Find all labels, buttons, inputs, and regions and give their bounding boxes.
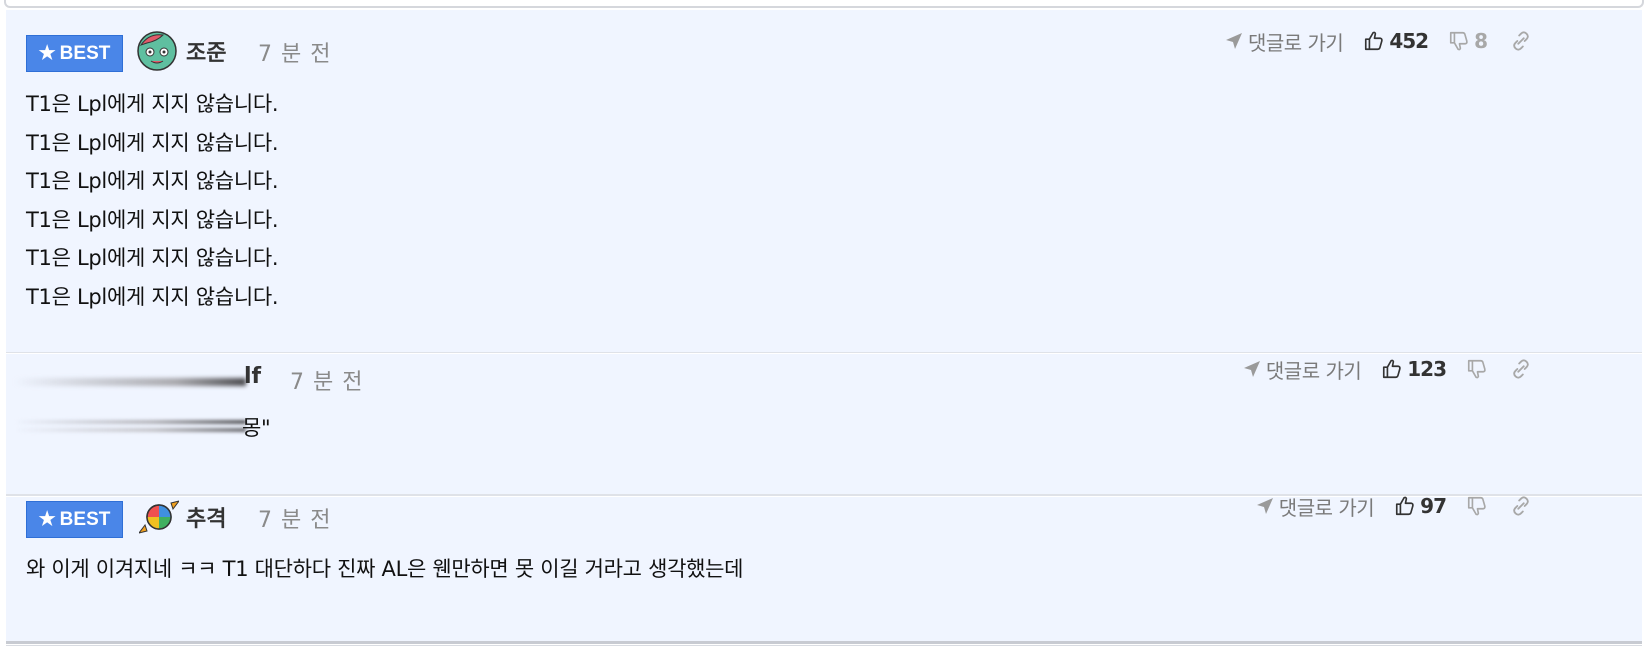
zombie-face-avatar[interactable]: [137, 31, 177, 71]
comment-body: T1은 Lpl에게 지지 않습니다. T1은 Lpl에게 지지 않습니다. T1…: [26, 85, 279, 316]
thumbs-up-icon: [1396, 496, 1414, 516]
reply-link[interactable]: 댓글로 가기: [1255, 492, 1375, 521]
comment-body: 와 이게 이겨지네 ㅋㅋ T1 대단하다 진짜 AL은 웬만하면 못 이길 거라…: [26, 557, 744, 581]
link-icon: [1513, 359, 1529, 379]
comment-line: T1은 Lpl에게 지지 않습니다.: [26, 130, 279, 155]
timestamp: 7 분 전: [290, 370, 364, 395]
dislike-button[interactable]: 8: [1448, 29, 1488, 53]
like-button[interactable]: 452: [1363, 29, 1429, 53]
link-icon: [1513, 496, 1529, 516]
link-icon: [1513, 31, 1529, 51]
like-button[interactable]: 97: [1394, 494, 1447, 518]
redacted-text: [14, 428, 246, 432]
username[interactable]: lf: [244, 364, 261, 389]
dislike-button[interactable]: [1466, 495, 1488, 517]
like-count: 123: [1407, 357, 1447, 381]
thumbs-down-icon: [1467, 496, 1486, 516]
like-count: 452: [1389, 29, 1429, 53]
section-divider: [6, 645, 1642, 646]
like-button[interactable]: 123: [1381, 357, 1447, 381]
comment-item: ★ BEST 추격 7 분 전 댓글로 가기 97 와 이게 이겨지네 ㅋㅋ T…: [6, 494, 1642, 641]
copy-link-button[interactable]: [1510, 358, 1532, 380]
comment-item: ★ BEST 조준 7 분 전 댓글로 가기 452 8 T1은 Lpl에게 지…: [6, 10, 1642, 353]
comment-actions: 댓글로 가기 452 8: [1224, 26, 1532, 56]
candy-avatar[interactable]: [139, 497, 179, 537]
copy-link-button[interactable]: [1510, 495, 1532, 517]
redacted-username: [14, 378, 246, 386]
username[interactable]: 추격: [186, 501, 226, 533]
like-count: 97: [1420, 494, 1447, 518]
comment-actions: 댓글로 가기 97: [1255, 491, 1532, 521]
reply-link[interactable]: 댓글로 가기: [1224, 27, 1344, 56]
previous-section-border: [4, 0, 1644, 8]
comment-actions: 댓글로 가기 123: [1242, 354, 1532, 384]
send-arrow-icon: [1256, 498, 1273, 514]
timestamp: 7 분 전: [258, 42, 332, 67]
thumbs-down-icon: [1467, 359, 1486, 379]
comment-item: lf 7 분 전 댓글로 가기 123 몽": [6, 354, 1642, 496]
comment-body: 몽": [242, 416, 271, 440]
username[interactable]: 조준: [186, 35, 226, 67]
comment-line: T1은 Lpl에게 지지 않습니다.: [26, 207, 279, 232]
star-icon: ★: [38, 43, 56, 64]
copy-link-button[interactable]: [1510, 30, 1532, 52]
redacted-text: [14, 420, 246, 424]
send-arrow-icon: [1225, 33, 1242, 49]
star-icon: ★: [38, 509, 56, 530]
send-arrow-icon: [1243, 361, 1260, 377]
comment-line: T1은 Lpl에게 지지 않습니다.: [26, 169, 279, 193]
comment-line: T1은 Lpl에게 지지 않습니다.: [26, 92, 279, 116]
best-badge: ★ BEST: [26, 501, 123, 538]
thumbs-down-icon: [1450, 31, 1468, 51]
best-badge: ★ BEST: [26, 35, 123, 72]
dislike-count: 8: [1474, 29, 1488, 53]
comment-line: T1은 Lpl에게 지지 않습니다.: [26, 284, 279, 309]
comment-line: T1은 Lpl에게 지지 않습니다.: [26, 246, 279, 270]
section-divider: [6, 641, 1642, 644]
thumbs-up-icon: [1383, 359, 1401, 379]
timestamp: 7 분 전: [258, 508, 332, 533]
reply-link[interactable]: 댓글로 가기: [1242, 355, 1362, 384]
comment-list: ★ BEST 조준 7 분 전 댓글로 가기 452 8 T1은 Lpl에게 지…: [0, 0, 1648, 666]
dislike-button[interactable]: [1466, 358, 1488, 380]
thumbs-up-icon: [1365, 31, 1384, 51]
